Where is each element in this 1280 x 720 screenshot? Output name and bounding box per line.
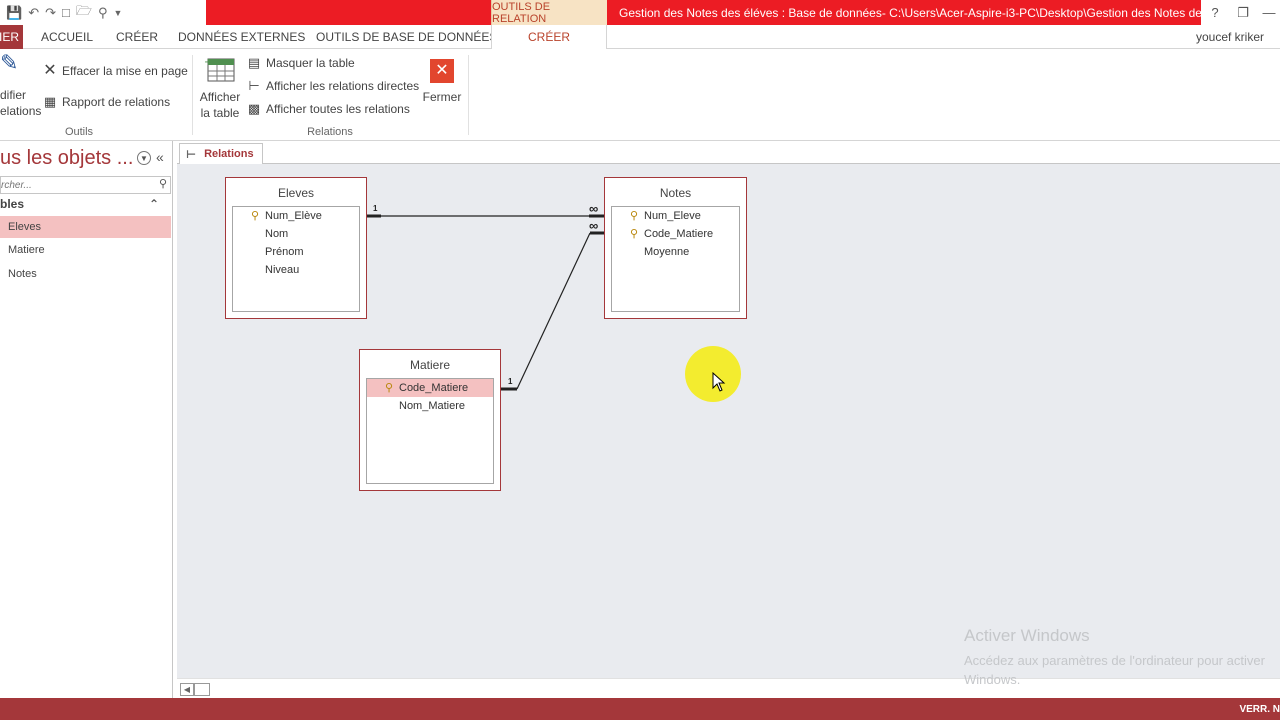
primary-key-icon: ⚲ — [385, 382, 394, 394]
document-area: 1 ∞ ∞ 1 Eleves ⚲ Num_Elève Nom Prénom Ni… — [177, 141, 1280, 698]
relations-canvas[interactable]: 1 ∞ ∞ 1 Eleves ⚲ Num_Elève Nom Prénom Ni… — [177, 163, 1280, 678]
relation-many-label: ∞ — [589, 218, 599, 233]
mouse-cursor-icon — [712, 372, 726, 392]
num-lock-indicator: VERR. N — [1239, 704, 1280, 715]
quick-access-toolbar: 💾 ↶ ↷ □ 🗁 ⚲ ▼ — [0, 0, 206, 25]
restore-button[interactable]: ❐ — [1230, 0, 1256, 25]
field-prenom[interactable]: Prénom — [233, 243, 359, 261]
open-folder-icon[interactable]: 🗁 — [76, 2, 92, 24]
tab-creer-relation[interactable]: CRÉER — [491, 25, 607, 49]
afficher-toutes-relations-button[interactable]: ▩ Afficher toutes les relations — [246, 101, 410, 117]
chevron-up-icon: ⌃ — [148, 197, 159, 211]
help-button[interactable]: ? — [1202, 0, 1228, 25]
save-icon[interactable]: 💾 — [6, 5, 22, 21]
tab-relations[interactable]: ⊢ Relations — [179, 143, 263, 164]
field-num-eleve[interactable]: ⚲ Num_Elève — [233, 207, 359, 225]
direct-relations-icon: ⊢ — [248, 78, 260, 93]
access-window: 💾 ↶ ↷ □ 🗁 ⚲ ▼ OUTILS DE RELATION Gestion… — [0, 0, 1280, 720]
window-title: Gestion des Notes des éléves : Base de d… — [607, 0, 1201, 25]
edit-relations-icon: ✎ — [0, 50, 19, 75]
svg-text:+: + — [204, 57, 212, 68]
tab-creer[interactable]: CRÉER — [116, 25, 158, 49]
nav-collapse-icon[interactable]: « — [156, 149, 164, 165]
group-label-outils: Outils — [64, 126, 94, 138]
undo-icon[interactable]: ↶ — [28, 5, 39, 21]
field-list[interactable]: ⚲ Num_Eleve ⚲ Code_Matiere Moyenne — [611, 206, 740, 312]
field-nom-matiere[interactable]: Nom_Matiere — [367, 397, 493, 415]
tab-donnees-externes[interactable]: DONNÉES EXTERNES — [178, 25, 305, 49]
clear-x-icon: ✕ — [43, 62, 57, 79]
print-preview-icon[interactable]: ⚲ — [98, 5, 108, 21]
new-file-icon[interactable]: □ — [62, 5, 70, 20]
contextual-tab-group-label: OUTILS DE RELATION — [491, 0, 607, 25]
table-title: Matiere — [409, 358, 450, 372]
close-icon: ✕ — [430, 59, 454, 83]
relation-one-label: 1 — [373, 204, 378, 213]
customize-qat-icon[interactable]: ▼ — [114, 8, 123, 18]
modifier-relations-button[interactable]: ✎ difier elations — [0, 50, 41, 119]
afficher-table-button[interactable]: + Afficher la table — [196, 55, 244, 121]
primary-key-icon: ⚲ — [630, 210, 639, 222]
field-list[interactable]: ⚲ Code_Matiere Nom_Matiere — [366, 378, 494, 484]
nav-group-tables[interactable]: bles ⌃ — [0, 197, 171, 215]
table-notes[interactable]: Notes ⚲ Num_Eleve ⚲ Code_Matiere Moyenne — [604, 177, 747, 319]
ribbon: ✎ difier elations ✕ Effacer la mise en p… — [0, 49, 1280, 141]
table-title: Eleves — [277, 186, 315, 200]
group-separator — [468, 55, 469, 135]
field-code-matiere[interactable]: ⚲ Code_Matiere — [367, 379, 493, 397]
field-code-matiere[interactable]: ⚲ Code_Matiere — [612, 225, 739, 243]
field-niveau[interactable]: Niveau — [233, 261, 359, 279]
field-nom[interactable]: Nom — [233, 225, 359, 243]
group-separator — [192, 55, 193, 135]
scroll-left-arrow-icon[interactable]: ◀ — [180, 683, 194, 696]
search-icon[interactable]: ⚲ — [159, 177, 167, 190]
relation-one-label: 1 — [508, 377, 513, 386]
table-eleves[interactable]: Eleves ⚲ Num_Elève Nom Prénom Niveau — [225, 177, 367, 319]
nav-dropdown-icon[interactable]: ▼ — [137, 151, 151, 165]
show-table-icon: + — [196, 55, 244, 89]
report-icon: ▦ — [43, 94, 57, 109]
title-bar: 💾 ↶ ↷ □ 🗁 ⚲ ▼ OUTILS DE RELATION Gestion… — [0, 0, 1280, 25]
ribbon-tabs: IER ACCUEIL CRÉER DONNÉES EXTERNES OUTIL… — [0, 25, 1280, 49]
tab-file[interactable]: IER — [0, 25, 23, 49]
field-list[interactable]: ⚲ Num_Elève Nom Prénom Niveau — [232, 206, 360, 312]
relations-icon: ⊢ — [186, 148, 197, 161]
fermer-button[interactable]: ✕ Fermer — [418, 59, 466, 105]
field-num-eleve[interactable]: ⚲ Num_Eleve — [612, 207, 739, 225]
afficher-relations-directes-button[interactable]: ⊢ Afficher les relations directes — [246, 78, 419, 94]
relation-many-label: ∞ — [589, 201, 599, 216]
rapport-relations-button[interactable]: ▦ Rapport de relations — [42, 94, 170, 110]
user-account[interactable]: youcef kriker — [1196, 25, 1264, 49]
field-moyenne[interactable]: Moyenne — [612, 243, 739, 261]
nav-search-box: ⚲ — [0, 176, 171, 194]
redo-icon[interactable]: ↷ — [45, 5, 56, 21]
activation-watermark-title: Activer Windows — [964, 626, 1090, 645]
nav-pane-title[interactable]: us les objets ... — [0, 147, 133, 170]
primary-key-icon: ⚲ — [251, 210, 260, 222]
title-bar-accent — [206, 0, 491, 25]
nav-item-notes[interactable]: Notes — [0, 263, 171, 285]
scroll-thumb[interactable] — [194, 683, 210, 696]
status-bar: VERR. N — [0, 698, 1280, 720]
table-title: Notes — [659, 186, 692, 200]
nav-item-matiere[interactable]: Matiere — [0, 239, 171, 261]
navigation-pane: us les objets ... ▼ « ⚲ bles ⌃ Eleves Ma… — [0, 141, 173, 698]
minimize-button[interactable]: — — [1256, 0, 1280, 25]
activation-watermark-text: Accédez aux paramètres de l'ordinateur p… — [964, 653, 1265, 687]
group-label-relations: Relations — [307, 126, 353, 138]
primary-key-icon: ⚲ — [630, 228, 639, 240]
nav-item-eleves[interactable]: Eleves — [0, 216, 171, 238]
tab-outils-base-de-donnees[interactable]: OUTILS DE BASE DE DONNÉES — [316, 25, 497, 49]
relation-matiere-notes[interactable] — [501, 231, 605, 391]
all-relations-icon: ▩ — [247, 101, 261, 116]
tab-accueil[interactable]: ACCUEIL — [41, 25, 93, 49]
nav-search-input[interactable] — [1, 177, 151, 194]
table-matiere[interactable]: Matiere ⚲ Code_Matiere Nom_Matiere — [359, 349, 501, 491]
masquer-table-button[interactable]: ▤ Masquer la table — [246, 55, 355, 71]
effacer-mise-en-page-button[interactable]: ✕ Effacer la mise en page — [42, 63, 188, 79]
hide-table-icon: ▤ — [247, 55, 261, 70]
